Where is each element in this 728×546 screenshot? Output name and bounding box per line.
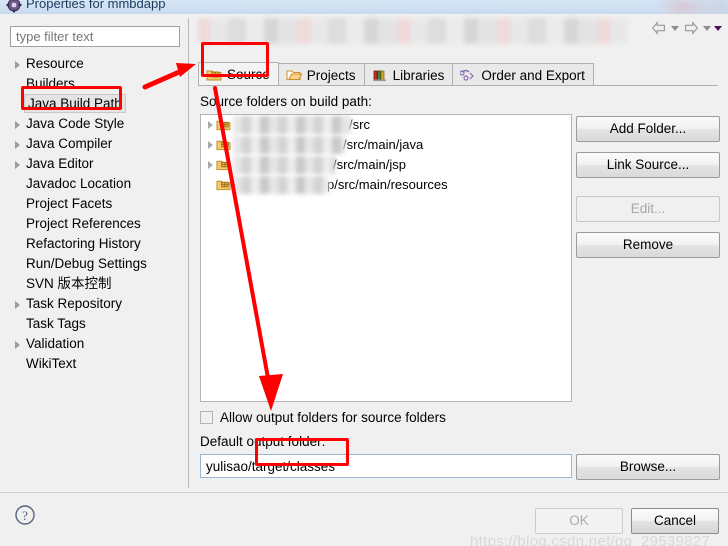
sidebar-item-label: Java Editor xyxy=(26,156,94,171)
source-folder-path: /src/main/jsp xyxy=(333,157,406,172)
sidebar-item-label: Project References xyxy=(26,216,141,231)
back-dropdown-icon[interactable] xyxy=(671,25,679,31)
sidebar-item-label: Refactoring History xyxy=(26,236,141,251)
sidebar-item-label: Task Tags xyxy=(26,316,86,331)
tab-label: Projects xyxy=(306,67,356,83)
allow-output-folders-checkbox[interactable] xyxy=(200,411,213,424)
sidebar-item-project-references[interactable]: Project References xyxy=(4,214,186,234)
sidebar-item-java-code-style[interactable]: Java Code Style xyxy=(4,114,186,134)
forward-arrow-icon[interactable] xyxy=(682,20,700,36)
sidebar-item-task-repository[interactable]: Task Repository xyxy=(4,294,186,314)
source-folder-row[interactable]: /src/main/java xyxy=(201,135,571,155)
sidebar-item-label: Resource xyxy=(26,56,84,71)
sidebar-item-label: Task Repository xyxy=(26,296,123,311)
annotation-box-java-build-path xyxy=(21,86,122,110)
package-folder-icon xyxy=(216,178,231,192)
add-folder-button[interactable]: Add Folder... xyxy=(576,116,720,142)
tabs-underline xyxy=(198,85,718,86)
tab-order-and-export[interactable]: Order and Export xyxy=(452,63,594,86)
properties-dialog: Properties for mmbdapp ResourceBuildersJ… xyxy=(0,0,728,546)
tab-projects[interactable]: Projects xyxy=(277,63,365,86)
svg-text:?: ? xyxy=(22,508,28,523)
annotation-box-source-tab xyxy=(201,42,269,77)
sidebar-item-resource[interactable]: Resource xyxy=(4,54,186,74)
java-build-path-panel: Source Projects Libraries Order and Export … xyxy=(194,16,724,486)
sidebar-item-java-editor[interactable]: Java Editor xyxy=(4,154,186,174)
source-folders-label: Source folders on build path: xyxy=(200,94,372,109)
title-bar: Properties for mmbdapp xyxy=(0,0,728,14)
sidebar-item-refactoring-history[interactable]: Refactoring History xyxy=(4,234,186,254)
redacted-project-path xyxy=(233,116,351,134)
sidebar-item-label: Run/Debug Settings xyxy=(26,256,147,271)
source-folders-list[interactable]: /src/src/main/java/src/main/jsp p/src/mai… xyxy=(200,114,572,402)
sidebar-item-label: Java Code Style xyxy=(26,116,125,131)
tab-label: Order and Export xyxy=(481,67,585,83)
forward-dropdown-icon[interactable] xyxy=(703,25,711,31)
sidebar-item-run-debug-settings[interactable]: Run/Debug Settings xyxy=(4,254,186,274)
sidebar-item-javadoc-location[interactable]: Javadoc Location xyxy=(4,174,186,194)
redacted-project-path xyxy=(233,176,329,194)
redacted-project-path xyxy=(233,136,345,154)
sidebar-item-label: Validation xyxy=(26,336,85,351)
page-title-blurred xyxy=(198,18,628,44)
annotation-box-output-folder xyxy=(255,438,349,466)
source-folder-row[interactable]: /src/main/jsp xyxy=(201,155,571,175)
sidebar-item-svn[interactable]: SVN 版本控制 xyxy=(4,274,186,294)
tab-label: Libraries xyxy=(392,67,445,83)
source-folder-path: p/src/main/resources xyxy=(327,177,448,192)
open-folder-icon xyxy=(286,68,302,82)
edit-button: Edit... xyxy=(576,196,720,222)
sidebar-item-label: Java Compiler xyxy=(26,136,113,151)
sidebar-item-java-compiler[interactable]: Java Compiler xyxy=(4,134,186,154)
package-folder-icon xyxy=(216,158,231,172)
link-source-button[interactable]: Link Source... xyxy=(576,152,720,178)
help-icon[interactable]: ? xyxy=(14,504,36,526)
allow-output-folders-row[interactable]: Allow output folders for source folders xyxy=(200,410,446,425)
cancel-button[interactable]: Cancel xyxy=(631,508,719,534)
sidebar-item-validation[interactable]: Validation xyxy=(4,334,186,354)
source-folder-path: /src/main/java xyxy=(343,137,424,152)
back-arrow-icon[interactable] xyxy=(650,20,668,36)
sidebar-item-task-tags[interactable]: Task Tags xyxy=(4,314,186,334)
sidebar-item-label: Project Facets xyxy=(26,196,113,211)
properties-icon xyxy=(6,0,22,13)
window-title: Properties for mmbdapp xyxy=(26,0,166,11)
footer-divider xyxy=(0,492,728,493)
build-path-tabs[interactable]: Source Projects Libraries Order and Export xyxy=(198,62,718,86)
panel-divider xyxy=(188,18,189,488)
books-icon xyxy=(372,68,388,82)
page-navigation[interactable] xyxy=(650,20,722,36)
ok-button: OK xyxy=(535,508,623,534)
source-folder-row[interactable]: /src xyxy=(201,115,571,135)
tab-libraries[interactable]: Libraries xyxy=(363,63,454,86)
filter-input[interactable] xyxy=(10,26,180,47)
watermark: https://blog.csdn.net/qq_29539827 xyxy=(470,533,711,546)
view-menu-icon[interactable] xyxy=(714,25,722,31)
package-folder-icon xyxy=(216,118,231,132)
sidebar-item-project-facets[interactable]: Project Facets xyxy=(4,194,186,214)
order-export-icon xyxy=(460,68,476,82)
allow-output-folders-label: Allow output folders for source folders xyxy=(220,410,446,425)
settings-tree[interactable]: Resource Builders Java Build Path Java Code… xyxy=(4,54,186,484)
redacted-project-path xyxy=(233,156,335,174)
package-folder-icon xyxy=(216,138,231,152)
source-folder-row[interactable]: p/src/main/resources xyxy=(201,175,571,195)
source-folder-path: /src xyxy=(349,117,370,132)
sidebar-item-wikitext[interactable]: WikiText xyxy=(4,354,186,374)
browse-button[interactable]: Browse... xyxy=(576,454,720,480)
remove-button[interactable]: Remove xyxy=(576,232,720,258)
sidebar-item-label: SVN 版本控制 xyxy=(26,276,112,291)
sidebar-item-label: WikiText xyxy=(26,356,77,371)
title-blur-region xyxy=(658,0,728,14)
sidebar-item-label: Javadoc Location xyxy=(26,176,132,191)
